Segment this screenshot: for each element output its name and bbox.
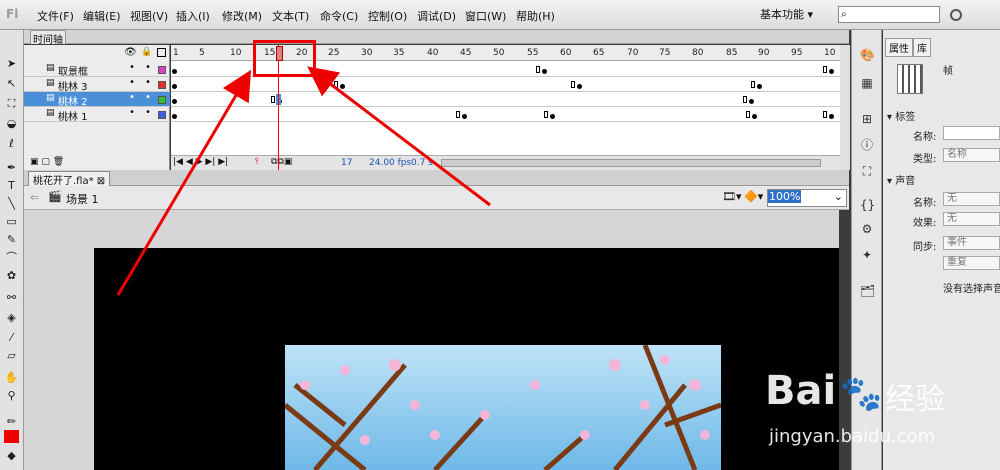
watermark-brand: Bai — [765, 368, 837, 414]
watermark-brand2: 经验 — [885, 382, 945, 417]
arrow-right — [307, 66, 491, 207]
baidu-watermark: Bai 🐾 经验 jingyan.baidu.com — [765, 368, 997, 458]
paw-icon: 🐾 — [840, 374, 883, 414]
arrow-left — [116, 69, 252, 296]
watermark-url: jingyan.baidu.com — [769, 426, 936, 447]
